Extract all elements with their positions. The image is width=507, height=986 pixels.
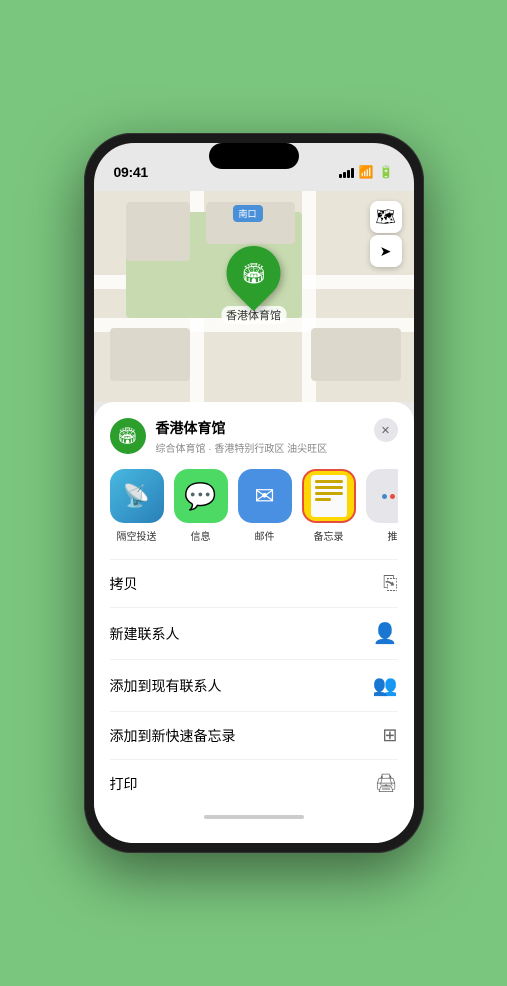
share-more-item[interactable]: 推 (366, 469, 398, 543)
map-block-3 (110, 328, 190, 381)
copy-icon: ⎘ (383, 573, 397, 594)
notes-paper (311, 475, 347, 517)
phone-screen: 09:41 📶 🔋 (94, 143, 414, 843)
map-block-1 (126, 202, 190, 261)
venue-icon: 🏟 (110, 418, 146, 454)
location-header: 🏟 香港体育馆 综合体育馆 · 香港特别行政区 油尖旺区 ✕ (110, 418, 398, 455)
notes-line4 (315, 498, 332, 501)
pin-icon: 🏟 (215, 235, 291, 311)
more-dots (382, 494, 398, 499)
print-label: 打印 (110, 774, 138, 794)
phone-frame: 09:41 📶 🔋 (84, 133, 424, 853)
action-add-notes[interactable]: 添加到新快速备忘录 ⊞ (110, 712, 398, 760)
share-mail-item[interactable]: ✉ 邮件 (238, 469, 292, 543)
notes-line3 (315, 492, 343, 495)
signal-bar-3 (347, 170, 350, 178)
map-type-button[interactable]: 🗺 (370, 201, 402, 233)
stadium-icon: 🏟 (241, 261, 266, 286)
mail-label: 邮件 (255, 528, 275, 543)
message-icon-box: 💬 (174, 469, 228, 523)
more-icon-box (366, 469, 398, 523)
map-label-tag: 南口 (232, 205, 262, 222)
map-area[interactable]: 南口 🏟 香港体育馆 🗺 ➤ (94, 191, 414, 402)
notes-line2 (315, 486, 343, 489)
battery-icon: 🔋 (379, 165, 394, 179)
message-icon: 💬 (184, 481, 216, 512)
add-notes-icon: ⊞ (382, 725, 397, 746)
message-label: 信息 (191, 528, 211, 543)
notes-icon-box (302, 469, 356, 523)
notes-label: 备忘录 (314, 528, 344, 543)
location-name: 香港体育馆 (156, 418, 374, 438)
home-indicator (110, 807, 398, 827)
add-notes-label: 添加到新快速备忘录 (110, 726, 236, 746)
map-block-4 (311, 328, 401, 381)
add-contact-label: 添加到现有联系人 (110, 676, 222, 696)
signal-bars-icon (339, 166, 354, 178)
location-pin: 🏟 香港体育馆 (221, 246, 286, 324)
action-copy[interactable]: 拷贝 ⎘ (110, 560, 398, 608)
wifi-icon: 📶 (359, 165, 374, 179)
dot2 (390, 494, 395, 499)
bottom-sheet: 🏟 香港体育馆 综合体育馆 · 香港特别行政区 油尖旺区 ✕ 📡 隔空投送 (94, 402, 414, 843)
home-bar (204, 815, 304, 819)
signal-bar-1 (339, 174, 342, 178)
location-info: 香港体育馆 综合体育馆 · 香港特别行政区 油尖旺区 (156, 418, 374, 455)
location-button[interactable]: ➤ (370, 235, 402, 267)
copy-label: 拷贝 (110, 574, 138, 594)
dynamic-island (209, 143, 299, 169)
signal-bar-2 (343, 172, 346, 178)
airdrop-icon: 📡 (123, 483, 150, 509)
notes-line1 (315, 480, 343, 483)
action-list: 拷贝 ⎘ 新建联系人 👤 添加到现有联系人 👥 添加到新快速备忘录 ⊞ 打印 (110, 559, 398, 807)
status-icons: 📶 🔋 (339, 165, 394, 179)
share-message-item[interactable]: 💬 信息 (174, 469, 228, 543)
airdrop-icon-box: 📡 (110, 469, 164, 523)
mail-icon: ✉ (254, 482, 274, 511)
add-contact-icon: 👥 (373, 673, 398, 698)
dot1 (382, 494, 387, 499)
action-add-contact[interactable]: 添加到现有联系人 👥 (110, 660, 398, 712)
airdrop-label: 隔空投送 (117, 528, 157, 543)
print-icon: 🖨 (375, 773, 398, 794)
new-contact-icon: 👤 (373, 621, 398, 646)
mail-icon-box: ✉ (238, 469, 292, 523)
location-arrow-icon: ➤ (380, 243, 392, 260)
new-contact-label: 新建联系人 (110, 624, 180, 644)
location-subtitle: 综合体育馆 · 香港特别行政区 油尖旺区 (156, 440, 374, 455)
map-type-icon: 🗺 (375, 207, 395, 227)
signal-bar-4 (351, 168, 354, 178)
action-new-contact[interactable]: 新建联系人 👤 (110, 608, 398, 660)
map-controls: 🗺 ➤ (370, 201, 402, 267)
status-time: 09:41 (114, 164, 148, 180)
close-button[interactable]: ✕ (374, 418, 398, 442)
share-notes-item[interactable]: 备忘录 (302, 469, 356, 543)
more-label: 推 (388, 528, 398, 543)
share-airdrop-item[interactable]: 📡 隔空投送 (110, 469, 164, 543)
share-icons-row: 📡 隔空投送 💬 信息 ✉ 邮件 (110, 469, 398, 543)
action-print[interactable]: 打印 🖨 (110, 760, 398, 807)
